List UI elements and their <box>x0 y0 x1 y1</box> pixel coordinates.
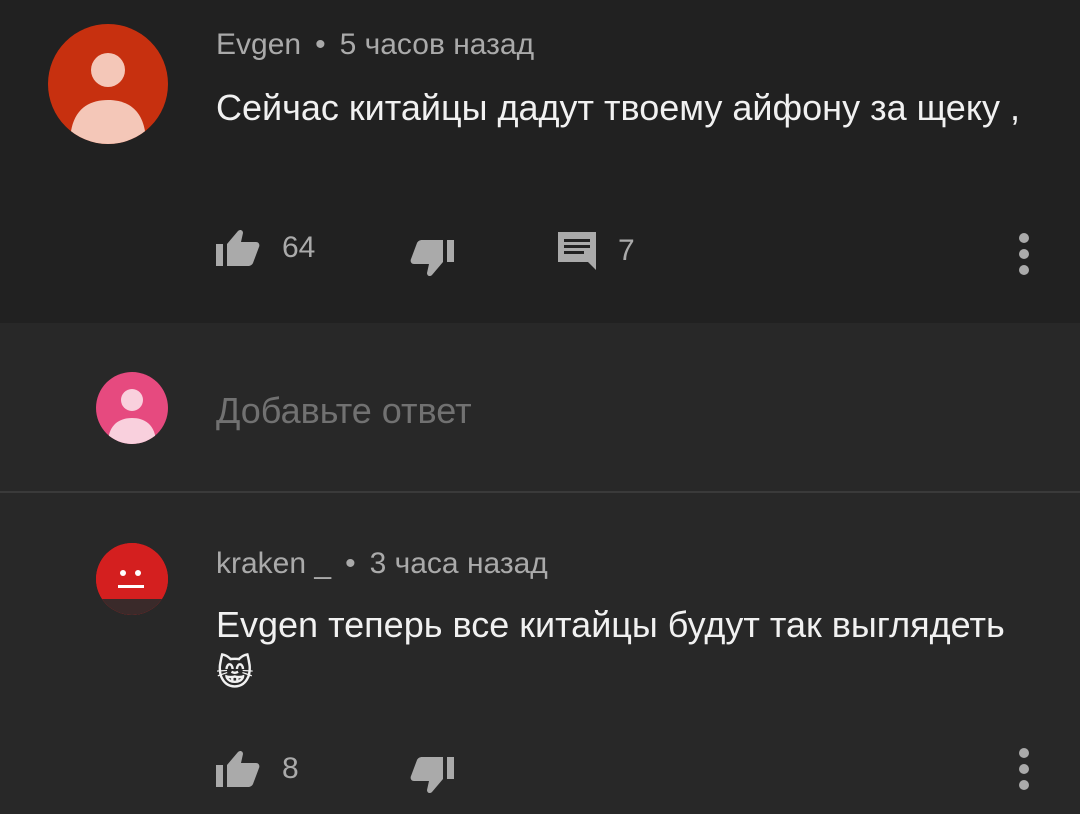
more-vert-icon <box>1019 233 1029 275</box>
like-count: 64 <box>282 231 316 264</box>
more-options-button[interactable] <box>1012 747 1036 796</box>
meta-separator: • <box>315 28 326 61</box>
meta-separator: • <box>345 547 356 580</box>
comment-time: 5 часов назад <box>339 28 535 61</box>
grinning-cat-emoji: 😸 <box>216 652 254 693</box>
comment-card: Evgen • 5 часов назад Сейчас китайцы дадут… <box>0 0 1080 323</box>
more-options-button[interactable] <box>1012 232 1036 281</box>
like-count: 8 <box>282 752 299 785</box>
default-user-icon <box>108 389 156 444</box>
comment-icon <box>558 232 596 270</box>
thumbs-down-icon <box>410 240 454 277</box>
thumbs-up-icon <box>216 750 260 787</box>
current-user-avatar <box>96 372 168 444</box>
reply-meta: kraken _ • 3 часа назад <box>216 547 548 581</box>
dislike-button[interactable] <box>410 238 454 278</box>
avatar[interactable] <box>96 543 168 615</box>
default-user-icon <box>70 53 146 144</box>
reply-count: 7 <box>618 234 635 267</box>
thumbs-down-icon <box>410 757 454 794</box>
dislike-button[interactable] <box>410 755 454 795</box>
reply-count-button[interactable]: 7 <box>556 230 635 272</box>
comment-author[interactable]: Evgen <box>216 28 301 61</box>
more-vert-icon <box>1019 748 1029 790</box>
reply-card: kraken _ • 3 часа назад Evgen теперь все к… <box>0 493 1080 814</box>
like-button[interactable]: 64 <box>216 228 315 268</box>
reply-input[interactable] <box>216 386 976 436</box>
like-button[interactable]: 8 <box>216 749 299 789</box>
avatar[interactable] <box>48 24 168 144</box>
comments-screen: Evgen • 5 часов назад Сейчас китайцы дадут… <box>0 0 1080 814</box>
reply-text: Evgen теперь все китайцы будут так выгля… <box>216 604 1005 645</box>
reply-author[interactable]: kraken _ <box>216 547 331 580</box>
red-robot-avatar-icon <box>96 543 168 615</box>
comment-meta: Evgen • 5 часов назад <box>216 28 534 62</box>
reply-text-block: Evgen теперь все китайцы будут так выгля… <box>216 601 1036 697</box>
comment-text: Сейчас китайцы дадут твоему айфону за ще… <box>216 87 1020 128</box>
reply-time: 3 часа назад <box>369 547 548 580</box>
thumbs-up-icon <box>216 229 260 266</box>
